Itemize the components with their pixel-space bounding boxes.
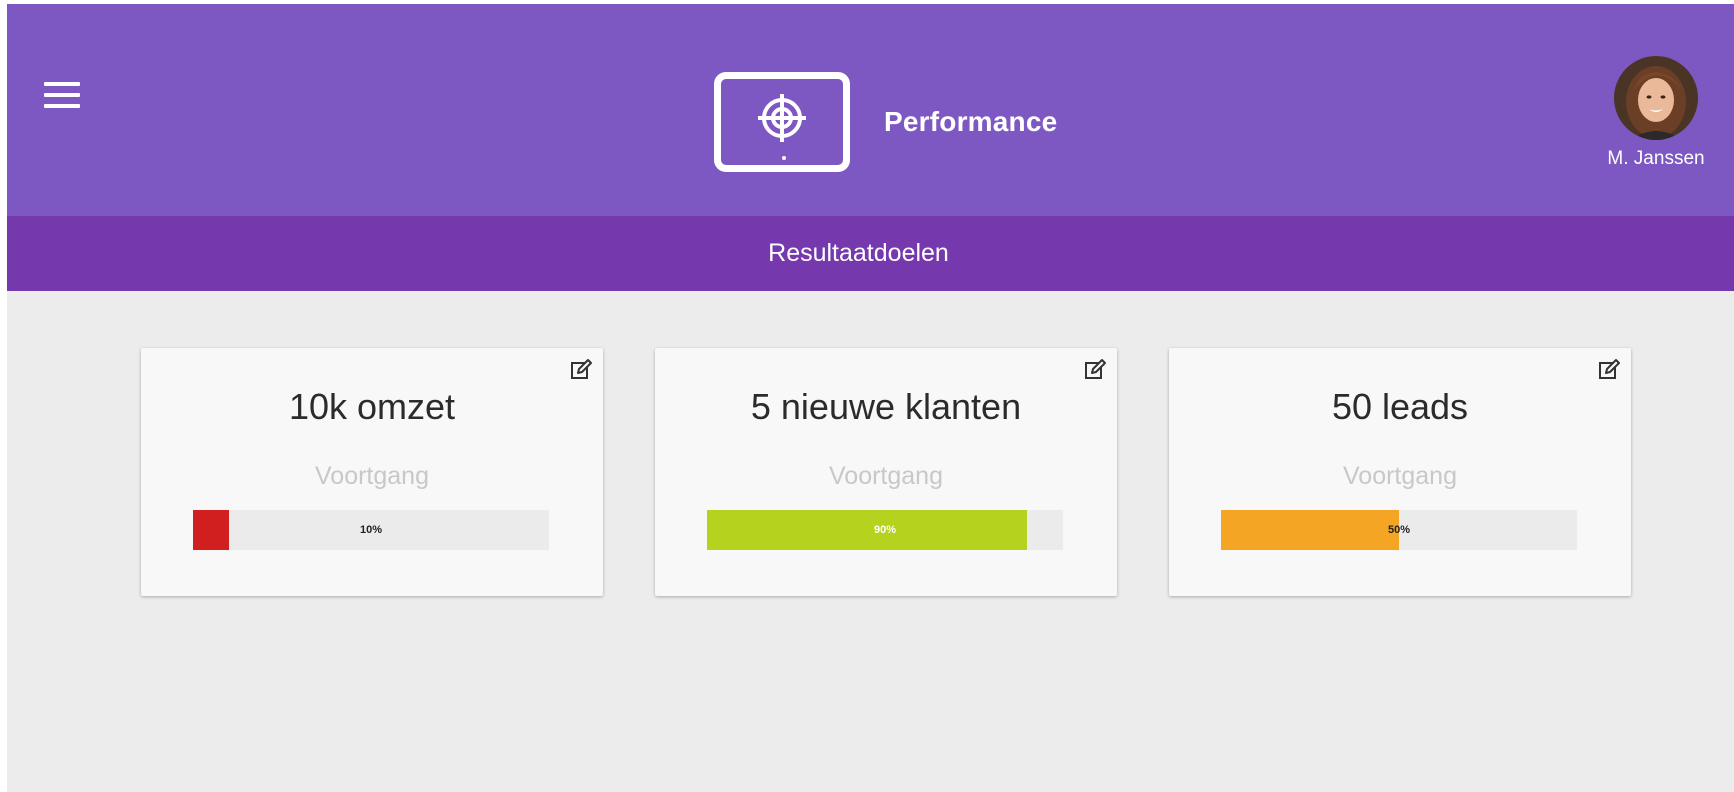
goal-title: 50 leads	[1331, 386, 1469, 427]
section-title: Resultaatdoelen	[768, 239, 949, 267]
goal-progress-label: Voortgang	[315, 462, 429, 490]
progress-value: 10%	[359, 524, 383, 536]
goal-title: 5 nieuwe klanten	[750, 386, 1022, 427]
edit-icon[interactable]	[1597, 358, 1621, 382]
progress-bar: 90%	[707, 510, 1063, 550]
progress-value: 50%	[1387, 524, 1411, 536]
app-brand: Performance	[714, 69, 1057, 175]
hamburger-menu-icon[interactable]	[44, 80, 80, 110]
goal-progress-label: Voortgang	[829, 462, 943, 490]
user-profile[interactable]: M. Janssen	[1596, 56, 1716, 170]
app-frame: Performance M. Janssen Resultaatdoelen 1…	[7, 4, 1734, 792]
avatar[interactable]	[1614, 56, 1698, 140]
progress-bar: 50%	[1221, 510, 1577, 550]
target-monitor-icon	[714, 72, 850, 172]
edit-icon[interactable]	[1083, 358, 1107, 382]
goal-progress-label: Voortgang	[1343, 462, 1457, 490]
goal-card: 10k omzet Voortgang 10%	[141, 348, 603, 596]
app-title: Performance	[884, 106, 1058, 137]
progress-bar: 10%	[193, 510, 549, 550]
top-bar: Performance M. Janssen	[7, 4, 1734, 216]
goal-title: 10k omzet	[288, 386, 456, 427]
goal-card: 50 leads Voortgang 50%	[1169, 348, 1631, 596]
section-bar: Resultaatdoelen	[7, 216, 1734, 291]
edit-icon[interactable]	[569, 358, 593, 382]
user-name: M. Janssen	[1607, 148, 1705, 169]
progress-value: 90%	[873, 524, 897, 536]
goal-card: 5 nieuwe klanten Voortgang 90%	[655, 348, 1117, 596]
